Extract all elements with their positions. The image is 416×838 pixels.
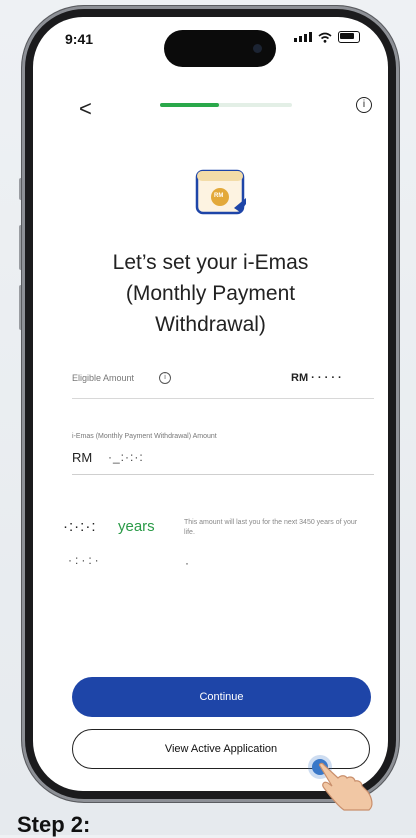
wifi-icon xyxy=(318,32,332,43)
back-chevron-icon[interactable]: < xyxy=(79,96,92,122)
page-title-line-1: Let’s set your i-Emas xyxy=(112,251,309,274)
eligible-info-icon[interactable]: i xyxy=(159,372,171,384)
info-icon[interactable]: i xyxy=(356,97,372,113)
battery-icon xyxy=(338,31,360,43)
duration-note: This amount will last you for the next 3… xyxy=(184,519,358,536)
continue-button[interactable]: Continue xyxy=(72,677,371,717)
eligible-amount-label: Eligible Amount xyxy=(72,373,135,383)
step-progress-fill xyxy=(160,103,220,107)
currency-prefix: RM xyxy=(72,450,93,465)
step-progress-bar xyxy=(160,103,292,107)
duration-detail-dots: ·:·:· xyxy=(68,553,102,567)
camera-icon xyxy=(253,44,262,53)
eligible-amount-value: RM · · · · · xyxy=(291,372,342,384)
duration-unit: years xyxy=(118,518,155,535)
eligible-divider xyxy=(72,398,374,399)
withdrawal-amount-value: ·_:·:·: xyxy=(108,450,144,464)
phone-screen: 9:41 xyxy=(33,17,388,791)
status-icons xyxy=(294,31,360,43)
status-bar: 9:41 xyxy=(33,17,388,67)
pointing-hand-icon xyxy=(318,762,373,811)
page-title: Let’s set your i-Emas (Monthly Payment W… xyxy=(33,247,388,340)
dynamic-island xyxy=(164,30,276,67)
withdrawal-amount-input[interactable]: RM ·_:·:·: xyxy=(72,448,374,475)
duration-detail-dot: · xyxy=(185,556,189,570)
page-title-line-2: (Monthly Payment xyxy=(125,282,296,305)
withdrawal-amount-label: i-Emas (Monthly Payment Withdrawal) Amou… xyxy=(72,433,217,440)
page-title-line-3: Withdrawal) xyxy=(155,313,266,336)
cellular-signal-icon xyxy=(294,32,312,42)
hero-coin-label: RM xyxy=(214,193,224,199)
status-time: 9:41 xyxy=(65,31,94,47)
step-caption: Step 2: xyxy=(17,812,91,837)
duration-number: ·:·:·: xyxy=(63,518,97,535)
